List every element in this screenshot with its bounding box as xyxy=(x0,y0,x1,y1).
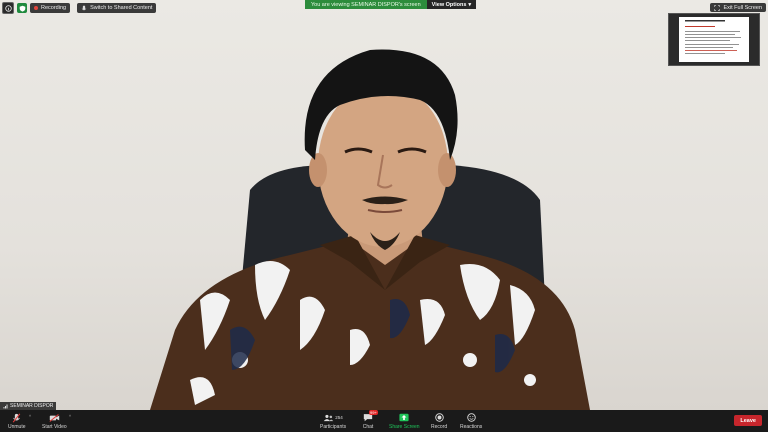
share-screen-label: Share Screen xyxy=(389,424,420,430)
participants-button[interactable]: 254 Participants xyxy=(320,411,346,430)
speaker-video-frame xyxy=(150,49,590,410)
screen-share-banner: You are viewing SEMINAR DISPOR's screen … xyxy=(305,0,477,9)
encryption-shield-icon[interactable] xyxy=(17,3,27,13)
chevron-down-icon: ▾ xyxy=(468,1,472,8)
recording-label: Recording xyxy=(41,5,67,11)
recording-indicator[interactable]: Recording xyxy=(30,3,71,13)
unmute-label: Unmute xyxy=(8,424,26,430)
viewing-screen-text: You are viewing SEMINAR DISPOR's screen xyxy=(305,0,427,9)
start-video-label: Start Video xyxy=(42,424,67,430)
participant-name-tag: SEMINAR DISPOR xyxy=(0,402,57,410)
view-options-button[interactable]: View Options ▾ xyxy=(426,0,477,9)
document-lines xyxy=(685,20,741,54)
shared-video-view: Recording Switch to Shared Content You a… xyxy=(0,0,768,410)
exit-full-screen-label: Exit Full Screen xyxy=(723,4,762,11)
chat-button[interactable]: 99+ Chat xyxy=(361,410,378,430)
meeting-toolbar: Unmute ^ Start Video ^ 254 Participants … xyxy=(0,410,768,432)
recording-dot-icon xyxy=(34,6,38,10)
video-options-chevron-icon[interactable]: ^ xyxy=(69,414,71,419)
record-icon xyxy=(434,413,444,422)
leave-button[interactable]: Leave xyxy=(734,415,762,426)
record-button[interactable]: Record xyxy=(431,411,447,430)
shared-document-preview xyxy=(679,17,749,62)
participants-icon xyxy=(324,414,334,421)
exit-full-screen-button[interactable]: Exit Full Screen xyxy=(710,3,766,12)
participants-count: 254 xyxy=(335,415,343,420)
signal-bars-icon xyxy=(3,404,8,408)
share-screen-arrow-icon xyxy=(399,413,409,422)
shared-screen-thumbnail[interactable] xyxy=(668,13,760,66)
speaker-face xyxy=(318,83,448,247)
audio-options-chevron-icon[interactable]: ^ xyxy=(29,414,31,419)
chat-unread-badge: 99+ xyxy=(369,410,378,415)
microphone-icon xyxy=(81,5,87,10)
unmute-button[interactable]: Unmute xyxy=(8,411,26,430)
switch-to-shared-content-button[interactable]: Switch to Shared Content xyxy=(77,3,157,13)
microphone-muted-icon xyxy=(12,412,21,423)
participant-name: SEMINAR DISPOR xyxy=(10,403,54,409)
video-camera-off-icon xyxy=(49,413,60,422)
reactions-button[interactable]: Reactions xyxy=(460,411,482,430)
reactions-label: Reactions xyxy=(460,424,483,430)
participants-label: Participants xyxy=(320,424,347,430)
view-options-label: View Options xyxy=(431,1,467,8)
chat-label: Chat xyxy=(362,424,374,430)
speaker-ear-right xyxy=(438,153,456,187)
switch-label: Switch to Shared Content xyxy=(90,5,153,11)
exit-fullscreen-icon xyxy=(714,4,721,11)
smiley-face-icon xyxy=(466,413,476,422)
meeting-top-bar: Recording Switch to Shared Content xyxy=(2,2,157,14)
start-video-button[interactable]: Start Video xyxy=(42,411,67,430)
record-label: Record xyxy=(431,424,448,430)
meeting-info-icon[interactable] xyxy=(2,2,14,14)
share-screen-button[interactable]: Share Screen xyxy=(389,411,420,430)
speaker-ear-left xyxy=(309,153,327,187)
